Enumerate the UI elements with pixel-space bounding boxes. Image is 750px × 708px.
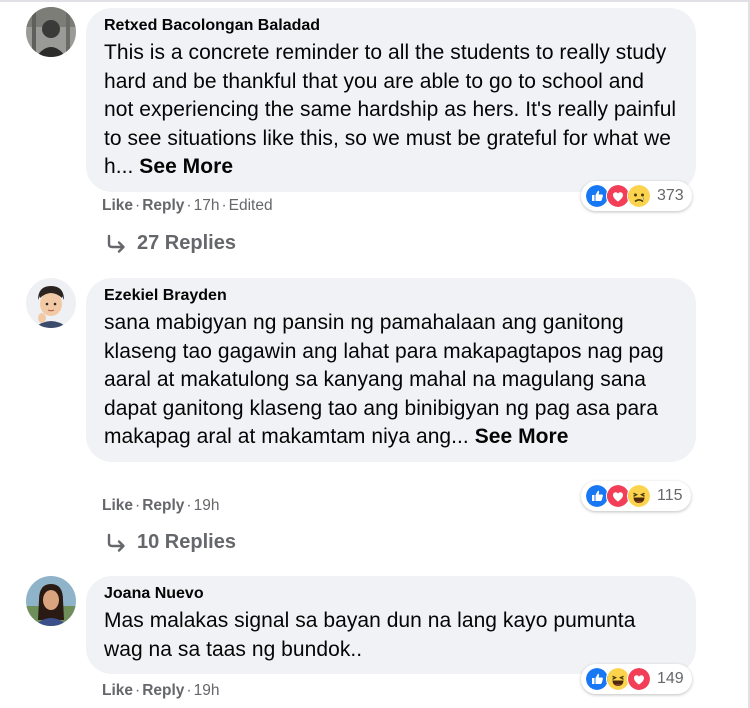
- reaction-icons: [585, 184, 651, 208]
- reaction-summary[interactable]: 149: [581, 664, 692, 694]
- separator: ·: [135, 682, 141, 699]
- reaction-count: 373: [657, 187, 684, 204]
- reaction-summary[interactable]: 115: [581, 481, 691, 511]
- love-icon: [627, 667, 651, 691]
- reply-arrow-icon: [107, 533, 125, 552]
- comment-actions: Like · Reply · 19h: [102, 682, 219, 700]
- see-more-link[interactable]: See More: [139, 155, 233, 178]
- like-button[interactable]: Like: [102, 682, 133, 699]
- comment-text: Mas malakas signal sa bayan dun na lang …: [104, 607, 678, 664]
- replies-count: 27 Replies: [137, 232, 236, 254]
- comment-timestamp[interactable]: 17h: [194, 197, 220, 214]
- comment-author[interactable]: Retxed Bacolongan Baladad: [104, 16, 678, 36]
- reaction-count: 149: [657, 670, 684, 687]
- view-replies-link[interactable]: 27 Replies: [105, 232, 236, 255]
- comment-actions: Like · Reply · 17h · Edited: [102, 197, 273, 215]
- separator: ·: [221, 197, 227, 214]
- reply-button[interactable]: Reply: [142, 682, 184, 699]
- comment-text: sana mabigyan ng pansin ng pamahalaan an…: [104, 309, 678, 452]
- comment-bubble: Joana Nuevo Mas malakas signal sa bayan …: [86, 576, 696, 674]
- comment-body: Mas malakas signal sa bayan dun na lang …: [104, 609, 636, 661]
- like-button[interactable]: Like: [102, 197, 133, 214]
- comment-timestamp[interactable]: 19h: [194, 682, 220, 699]
- comment-actions: Like · Reply · 19h: [102, 497, 219, 515]
- comment-bubble: Retxed Bacolongan Baladad This is a conc…: [86, 8, 696, 192]
- reaction-summary[interactable]: 373: [581, 181, 692, 211]
- see-more-link[interactable]: See More: [475, 425, 569, 448]
- separator: ·: [186, 497, 192, 514]
- like-button[interactable]: Like: [102, 497, 133, 514]
- comment-author[interactable]: Ezekiel Brayden: [104, 286, 678, 306]
- comment-text: This is a concrete reminder to all the s…: [104, 39, 678, 182]
- sad-icon: [627, 184, 651, 208]
- top-border: [0, 0, 750, 2]
- reply-arrow-icon: [107, 234, 125, 253]
- edited-label: Edited: [228, 197, 273, 214]
- separator: ·: [186, 197, 192, 214]
- reply-button[interactable]: Reply: [142, 497, 184, 514]
- comment-body: sana mabigyan ng pansin ng pamahalaan an…: [104, 311, 664, 448]
- avatar[interactable]: [26, 576, 76, 626]
- reply-button[interactable]: Reply: [142, 197, 184, 214]
- avatar[interactable]: [26, 278, 76, 328]
- separator: ·: [135, 497, 141, 514]
- separator: ·: [135, 197, 141, 214]
- reaction-icons: [585, 667, 651, 691]
- avatar[interactable]: [26, 7, 76, 57]
- separator: ·: [186, 682, 192, 699]
- haha-icon: [627, 484, 651, 508]
- comment-author[interactable]: Joana Nuevo: [104, 584, 678, 604]
- view-replies-link[interactable]: 10 Replies: [105, 531, 236, 554]
- comment-bubble: Ezekiel Brayden sana mabigyan ng pansin …: [86, 278, 696, 462]
- reaction-count: 115: [657, 487, 683, 504]
- replies-count: 10 Replies: [137, 531, 236, 553]
- comment-timestamp[interactable]: 19h: [194, 497, 220, 514]
- reaction-icons: [585, 484, 651, 508]
